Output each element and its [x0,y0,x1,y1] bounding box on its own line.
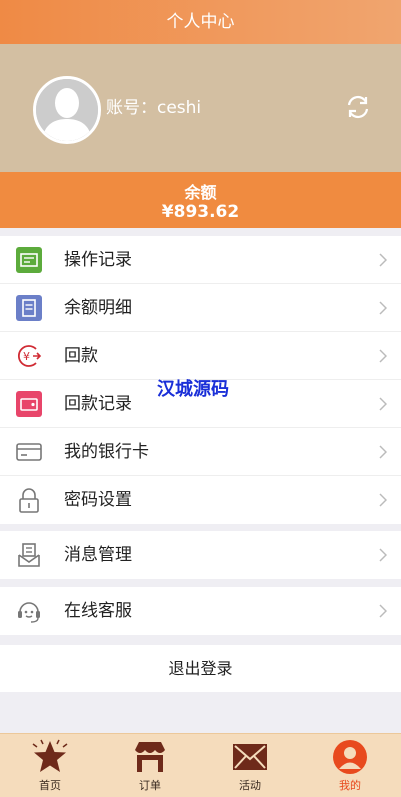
menu-item-label: 回款 [64,346,98,366]
avatar[interactable] [33,76,101,144]
menu-item-label: 回款记录 [64,394,132,414]
tab-label: 我的 [339,779,361,792]
chevron-right-icon [379,397,387,411]
menu-item-label: 我的银行卡 [64,442,149,462]
tab-label: 订单 [139,779,161,792]
menu-item-online-service[interactable]: 在线客服 [0,587,401,635]
shop-icon [135,742,165,772]
menu-group-service: 在线客服 [0,587,401,635]
menu-item-label: 密码设置 [64,490,132,510]
chevron-right-icon [379,548,387,562]
menu-item-balance-detail[interactable]: 余额明细 [0,284,401,332]
menu-item-message-management[interactable]: 消息管理 [0,531,401,579]
tab-orders[interactable]: 订单 [100,734,200,797]
star-icon [32,739,68,772]
chevron-right-icon [379,349,387,363]
chevron-right-icon [379,253,387,267]
menu-item-label: 操作记录 [64,250,132,270]
refund-record-icon [16,391,42,417]
tab-mine[interactable]: 我的 [300,734,400,797]
account-label: 账号：ceshi [106,98,202,118]
mail-icon [233,744,267,770]
menu-item-label: 余额明细 [64,298,132,318]
menu-item-operation-log[interactable]: 操作记录 [0,236,401,284]
menu-item-password-settings[interactable]: 密码设置 [0,476,401,524]
watermark-text: 汉城源码 [157,379,229,400]
chevron-right-icon [379,301,387,315]
chevron-right-icon [379,604,387,618]
logout-button[interactable]: 退出登录 [0,645,401,692]
balance-detail-icon [16,295,42,321]
chevron-right-icon [379,445,387,459]
tab-label: 首页 [39,779,61,792]
user-silhouette-icon [36,79,98,141]
tab-activities[interactable]: 活动 [200,734,300,797]
bank-card-icon [16,443,42,461]
menu-group-messages: 消息管理 [0,531,401,579]
balance-panel: 余额 ¥893.62 [0,172,401,228]
tab-label: 活动 [239,779,261,792]
balance-label: 余额 [184,183,217,202]
refund-icon: ¥ [17,345,42,367]
customer-service-icon [18,602,40,623]
profile-panel: 账号：ceshi [0,44,401,172]
page-title: 个人中心 [0,0,401,44]
menu-item-bank-card[interactable]: 我的银行卡 [0,428,401,476]
bottom-tab-bar: 首页 订单 活动 我的 [0,733,401,797]
menu-item-refund[interactable]: ¥ 回款 [0,332,401,380]
svg-text:¥: ¥ [23,350,30,363]
operation-log-icon [16,247,42,273]
chevron-right-icon [379,493,387,507]
tab-home[interactable]: 首页 [0,734,100,797]
menu-item-label: 在线客服 [64,601,132,621]
user-icon [333,740,367,774]
menu-item-label: 消息管理 [64,545,132,565]
balance-value: ¥893.62 [161,202,240,222]
message-icon [18,543,40,567]
refresh-icon[interactable] [345,94,371,120]
lock-icon [19,488,39,513]
